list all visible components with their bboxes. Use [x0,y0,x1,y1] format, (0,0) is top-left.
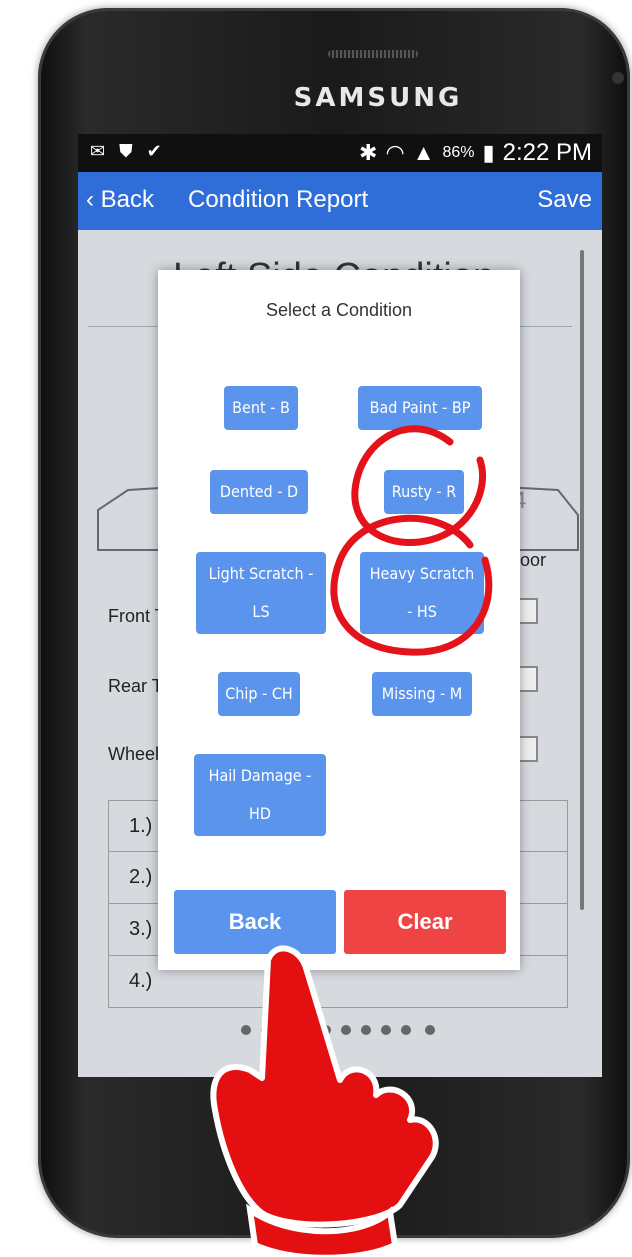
light-scratch-button[interactable]: Light Scratch - LS [196,552,326,634]
battery-percent: 86% [442,144,475,161]
back-button[interactable]: Back [174,890,336,954]
poor-checkbox[interactable] [518,598,538,624]
brand-logo: SAMSUNG [293,83,463,113]
chevron-left-icon: ‹ [86,186,94,213]
page-title: Condition Report [188,186,369,213]
status-right: ✱ ◠ ▲ 86% ▮ 2:22 PM [359,139,592,167]
dented-button[interactable]: Dented - D [210,470,308,514]
save-button[interactable]: Save [537,186,592,214]
bent-button[interactable]: Bent - B [224,386,298,430]
back-link-label: Back [100,186,155,213]
notification-icons: ✉ ⛊ ✔ [90,141,162,162]
status-bar: ✉ ⛊ ✔ ✱ ◠ ▲ 86% ▮ 2:22 PM [78,134,602,172]
poor-checkbox[interactable] [518,666,538,692]
earpiece-speaker [328,50,418,58]
poor-checkbox[interactable] [518,736,538,762]
missing-button[interactable]: Missing - M [372,672,472,716]
app-notification-icon: ⛊ [119,141,133,161]
heavy-scratch-button[interactable]: Heavy Scratch - HS [360,552,484,634]
modal-title: Select a Condition [265,300,413,320]
clipboard-notification-icon: ✔ [146,141,162,161]
signal-icon: ▲ [412,140,435,165]
hail-damage-button[interactable]: Hail Damage - HD [194,754,326,836]
clear-button[interactable]: Clear [344,890,506,954]
battery-icon: ▮ [482,140,495,165]
back-link[interactable]: ‹ Back [86,186,154,214]
email-notification-icon: ✉ [90,141,106,161]
app-header: ‹ Back Condition Report Save [78,172,602,230]
scrollbar[interactable] [580,250,584,910]
front-camera [612,72,624,84]
wifi-icon: ◠ [385,140,405,165]
clock: 2:22 PM [502,139,592,166]
bluetooth-icon: ✱ [359,140,378,165]
rusty-button[interactable]: Rusty - R [384,470,464,514]
chip-button[interactable]: Chip - CH [218,672,300,716]
condition-modal: Select a Condition Bent - B Bad Paint - … [158,270,520,970]
bad-paint-button[interactable]: Bad Paint - BP [358,386,482,430]
